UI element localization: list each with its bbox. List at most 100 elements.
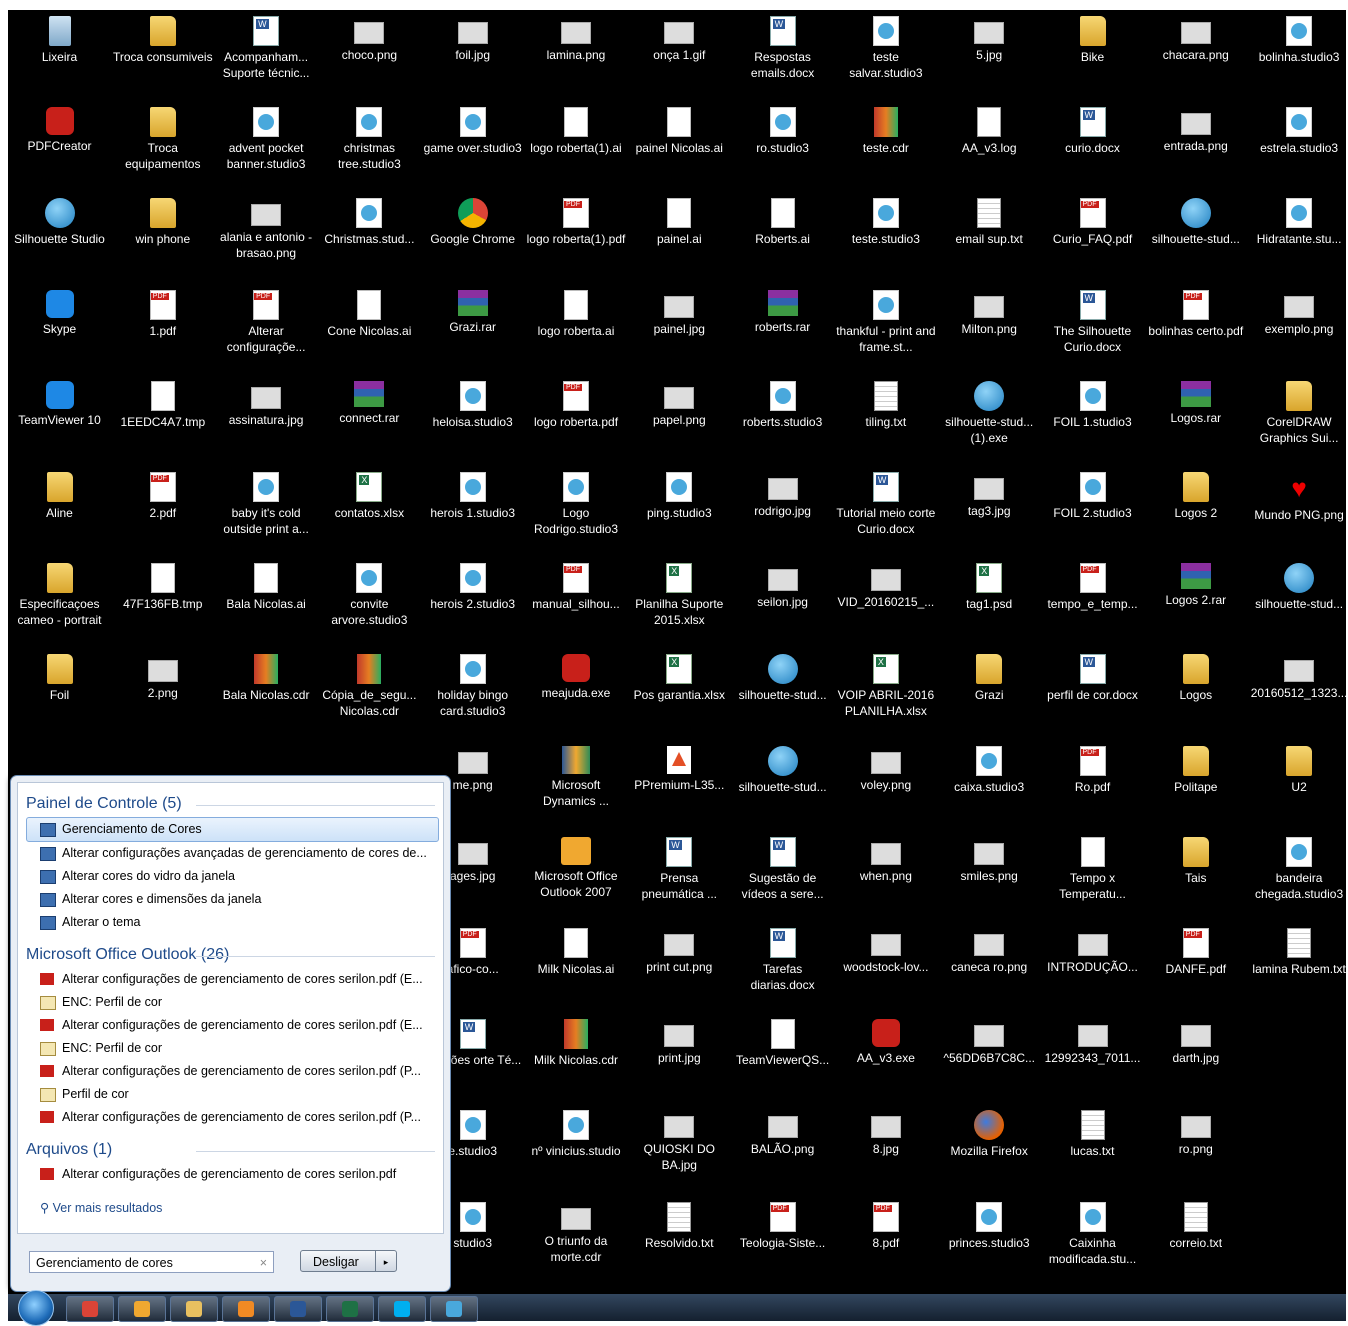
- desktop-icon[interactable]: thankful - print and frame.st...: [834, 284, 937, 372]
- desktop-icon[interactable]: silhouette-stud...: [731, 648, 834, 736]
- desktop-icon[interactable]: PPremium-L35...: [628, 740, 731, 828]
- desktop-icon[interactable]: Sugestão de vídeos a sere...: [731, 831, 834, 919]
- desktop-icon[interactable]: alania e antonio - brasao.png: [215, 192, 318, 280]
- desktop-icon[interactable]: 20160512_1323...: [1248, 648, 1346, 736]
- desktop-icon[interactable]: Planilha Suporte 2015.xlsx: [628, 557, 731, 645]
- desktop-icon[interactable]: Prensa pneumática ...: [628, 831, 731, 919]
- desktop-icon[interactable]: Logos 2: [1144, 466, 1247, 554]
- desktop-icon[interactable]: Mozilla Firefox: [938, 1104, 1041, 1192]
- desktop-icon[interactable]: 8.pdf: [834, 1196, 937, 1284]
- desktop-icon[interactable]: Bala Nicolas.cdr: [215, 648, 318, 736]
- desktop-icon[interactable]: DANFE.pdf: [1144, 922, 1247, 1010]
- desktop-icon[interactable]: Especificaçoes cameo - portrait: [8, 557, 111, 645]
- desktop-icon[interactable]: Bala Nicolas.ai: [215, 557, 318, 645]
- desktop-icon[interactable]: CorelDRAW Graphics Sui...: [1248, 375, 1346, 463]
- desktop-icon[interactable]: Tutorial meio corte Curio.docx: [834, 466, 937, 554]
- desktop-icon[interactable]: entrada.png: [1144, 101, 1247, 189]
- silhouette-taskbar-button[interactable]: [430, 1296, 478, 1322]
- desktop-icon[interactable]: perfil de cor.docx: [1041, 648, 1144, 736]
- search-result-item[interactable]: Alterar configurações avançadas de geren…: [18, 842, 439, 865]
- word-taskbar-button[interactable]: [274, 1296, 322, 1322]
- desktop-icon[interactable]: assinatura.jpg: [215, 375, 318, 463]
- desktop-icon[interactable]: lamina Rubem.txt: [1248, 922, 1346, 1010]
- desktop-icon[interactable]: painel.jpg: [628, 284, 731, 372]
- desktop-icon[interactable]: Milton.png: [938, 284, 1041, 372]
- desktop-icon[interactable]: curio.docx: [1041, 101, 1144, 189]
- desktop-icon[interactable]: ro.studio3: [731, 101, 834, 189]
- desktop-icon[interactable]: Curio_FAQ.pdf: [1041, 192, 1144, 280]
- desktop-icon[interactable]: Foil: [8, 648, 111, 736]
- search-result-item[interactable]: Alterar configurações de gerenciamento d…: [18, 1060, 439, 1083]
- desktop-icon[interactable]: onça 1.gif: [628, 10, 731, 98]
- desktop-icon[interactable]: 2.pdf: [111, 466, 214, 554]
- desktop-icon[interactable]: Google Chrome: [421, 192, 524, 280]
- outlook-taskbar-button[interactable]: [118, 1296, 166, 1322]
- desktop-icon[interactable]: teste salvar.studio3: [834, 10, 937, 98]
- desktop-icon[interactable]: Resolvido.txt: [628, 1196, 731, 1284]
- search-result-item[interactable]: Alterar cores e dimensões da janela: [18, 888, 439, 911]
- desktop-icon[interactable]: bolinhas certo.pdf: [1144, 284, 1247, 372]
- desktop-icon[interactable]: AA_v3.exe: [834, 1013, 937, 1101]
- desktop-icon[interactable]: Troca equipamentos: [111, 101, 214, 189]
- desktop-icon[interactable]: Roberts.ai: [731, 192, 834, 280]
- desktop-icon[interactable]: roberts.rar: [731, 284, 834, 372]
- desktop-icon[interactable]: chacara.png: [1144, 10, 1247, 98]
- desktop-icon[interactable]: Alterar configuraçõe...: [215, 284, 318, 372]
- search-result-item[interactable]: ENC: Perfil de cor: [18, 991, 439, 1014]
- desktop-icon[interactable]: Logos 2.rar: [1144, 557, 1247, 645]
- desktop-icon[interactable]: print.jpg: [628, 1013, 731, 1101]
- desktop-icon[interactable]: INTRODUÇÃO...: [1041, 922, 1144, 1010]
- desktop-icon[interactable]: silhouette-stud... (1).exe: [938, 375, 1041, 463]
- desktop-icon[interactable]: Pos garantia.xlsx: [628, 648, 731, 736]
- desktop-icon[interactable]: ro.png: [1144, 1104, 1247, 1192]
- results-group-header[interactable]: Painel de Controle (5): [26, 795, 443, 813]
- desktop-icon[interactable]: Bike: [1041, 10, 1144, 98]
- desktop-icon[interactable]: convite arvore.studio3: [318, 557, 421, 645]
- desktop-icon[interactable]: 1.pdf: [111, 284, 214, 372]
- desktop-icon[interactable]: Cone Nicolas.ai: [318, 284, 421, 372]
- desktop-icon[interactable]: Caixinha modificada.stu...: [1041, 1196, 1144, 1284]
- desktop-icon[interactable]: The Silhouette Curio.docx: [1041, 284, 1144, 372]
- clear-search-icon[interactable]: ×: [260, 1252, 267, 1274]
- desktop-icon[interactable]: logo roberta(1).pdf: [525, 192, 628, 280]
- desktop-icon[interactable]: christmas tree.studio3: [318, 101, 421, 189]
- desktop-icon[interactable]: BALÃO.png: [731, 1104, 834, 1192]
- desktop-icon[interactable]: VID_20160215_...: [834, 557, 937, 645]
- desktop-icon[interactable]: Microsoft Dynamics ...: [525, 740, 628, 828]
- desktop-icon[interactable]: Tarefas diarias.docx: [731, 922, 834, 1010]
- desktop-icon[interactable]: manual_silhou...: [525, 557, 628, 645]
- desktop-icon[interactable]: TeamViewer 10: [8, 375, 111, 463]
- desktop-icon[interactable]: QUIOSKI DO BA.jpg: [628, 1104, 731, 1192]
- desktop-icon[interactable]: logo roberta.pdf: [525, 375, 628, 463]
- desktop-icon[interactable]: AA_v3.log: [938, 101, 1041, 189]
- desktop-icon[interactable]: 1EEDC4A7.tmp: [111, 375, 214, 463]
- desktop-icon[interactable]: contatos.xlsx: [318, 466, 421, 554]
- desktop-icon[interactable]: Lixeira: [8, 10, 111, 98]
- desktop-icon[interactable]: silhouette-stud...: [1144, 192, 1247, 280]
- desktop-icon[interactable]: foil.jpg: [421, 10, 524, 98]
- desktop-icon[interactable]: choco.png: [318, 10, 421, 98]
- desktop-icon[interactable]: lamina.png: [525, 10, 628, 98]
- desktop-icon[interactable]: U2: [1248, 740, 1346, 828]
- desktop-icon[interactable]: FOIL 2.studio3: [1041, 466, 1144, 554]
- desktop-icon[interactable]: game over.studio3: [421, 101, 524, 189]
- results-group-header[interactable]: Microsoft Office Outlook (26): [26, 946, 443, 964]
- desktop-icon[interactable]: herois 2.studio3: [421, 557, 524, 645]
- desktop-icon[interactable]: Logos.rar: [1144, 375, 1247, 463]
- desktop-icon[interactable]: Tais: [1144, 831, 1247, 919]
- desktop-icon[interactable]: advent pocket banner.studio3: [215, 101, 318, 189]
- search-result-item[interactable]: Alterar configurações de gerenciamento d…: [18, 1106, 439, 1129]
- desktop-icon[interactable]: Teologia-Siste...: [731, 1196, 834, 1284]
- desktop-icon[interactable]: Grazi.rar: [421, 284, 524, 372]
- desktop-icon[interactable]: PDFCreator: [8, 101, 111, 189]
- desktop-icon[interactable]: Milk Nicolas.cdr: [525, 1013, 628, 1101]
- desktop-icon[interactable]: connect.rar: [318, 375, 421, 463]
- desktop-icon[interactable]: logo roberta.ai: [525, 284, 628, 372]
- desktop-icon[interactable]: logo roberta(1).ai: [525, 101, 628, 189]
- desktop-icon[interactable]: woodstock-lov...: [834, 922, 937, 1010]
- desktop-icon[interactable]: seilon.jpg: [731, 557, 834, 645]
- search-result-item[interactable]: Gerenciamento de Cores: [26, 817, 439, 842]
- search-result-item[interactable]: ENC: Perfil de cor: [18, 1037, 439, 1060]
- search-result-item[interactable]: Alterar cores do vidro da janela: [18, 865, 439, 888]
- desktop-icon[interactable]: ^56DD6B7C8C...: [938, 1013, 1041, 1101]
